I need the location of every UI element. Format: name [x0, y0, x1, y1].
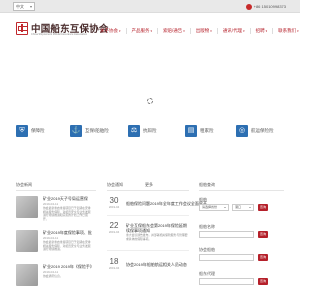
search-region-label: 船舶 — [199, 197, 207, 202]
member-ship-input[interactable] — [199, 254, 254, 261]
service-label: 租家险 — [200, 128, 214, 133]
province-select-value: 请选择省份 — [202, 205, 218, 209]
nav-item-careers[interactable]: 招聘 ▾ — [256, 28, 268, 34]
nav-item-products[interactable]: 产品服务 ▾ — [132, 28, 153, 34]
nav-label: 通讯/代理 — [222, 28, 243, 33]
nav-item-about[interactable]: 关于协会 ▾ — [100, 28, 121, 34]
shield-icon: ⛨ — [16, 125, 28, 137]
nav-label: 索赔/通告 — [163, 28, 183, 33]
notice-date: 22 2019-04 — [107, 221, 121, 235]
search-button[interactable]: 查询 — [258, 204, 268, 211]
news-heading: 协会新闻 — [16, 182, 32, 187]
agent-search-button[interactable]: 查询 — [258, 278, 268, 285]
nav-item-contact[interactable]: 联系我们 ▾ — [278, 28, 299, 34]
language-select[interactable]: 中文 — [13, 2, 35, 11]
notice-day: 30 — [109, 196, 119, 205]
ship-name-label: 船舶名称 — [199, 224, 215, 229]
chevron-down-icon — [30, 6, 32, 8]
notice-day: 18 — [109, 257, 119, 266]
notice-title[interactable]: 矿业互保船东会第2019年保险延期续保事项通知 — [126, 223, 188, 233]
nav-label: 联系我们 — [278, 28, 297, 33]
globe-icon: ◎ — [236, 125, 248, 137]
nav-label: 关于协会 — [100, 28, 118, 33]
notice-title[interactable]: 船舶保险问题2019年全年度工作会议全面展开 — [126, 201, 207, 207]
service-item-protection[interactable]: ⛨ 保障险 — [16, 125, 45, 137]
news-thumbnail[interactable] — [16, 230, 38, 252]
news-desc: 协会通讯信息。 — [43, 274, 63, 278]
divider — [107, 190, 189, 191]
notices-heading[interactable]: 协会通知 — [107, 182, 123, 188]
chevron-down-icon: ▾ — [210, 29, 212, 33]
notices-more-tab[interactable]: 更多 — [145, 182, 153, 188]
service-item-charterer[interactable]: ▤ 租家险 — [185, 125, 214, 137]
nav-divider — [249, 28, 251, 34]
document-icon: ▤ — [185, 125, 197, 137]
language-label: 中文 — [16, 4, 24, 9]
phone-icon — [245, 3, 252, 10]
notice-month: 2019-04 — [108, 266, 120, 270]
nav-label: 招聘 — [255, 28, 265, 33]
chevron-down-icon — [249, 207, 251, 208]
member-search-button[interactable]: 查询 — [258, 254, 268, 261]
province-select[interactable]: 请选择省份 — [199, 204, 229, 211]
news-desc: 协会最新重启重载项目已于近期在安排相关服务保障、对船员安全与业务发展进行持续推进… — [43, 240, 91, 252]
service-label: 航运保险险 — [251, 128, 274, 133]
notice-month: 2019-04 — [108, 230, 120, 234]
logo-icon[interactable] — [16, 22, 28, 35]
nav-divider — [189, 28, 191, 34]
chevron-down-icon: ▾ — [243, 29, 245, 33]
chevron-down-icon: ▾ — [265, 29, 268, 33]
top-bar: 中文 +86 15010998373 — [0, 0, 300, 13]
nav-item-claims[interactable]: 索赔/通告 ▾ — [163, 28, 185, 34]
gavel-icon: ⚖ — [128, 125, 140, 137]
news-desc: 协会最新重启重载项目已于近期在安排相关服务保障、对船员安全与业务发展进行持续推进… — [43, 206, 91, 221]
divider — [199, 190, 284, 191]
nav-item-correspondents[interactable]: 通讯/代理 ▾ — [223, 28, 245, 34]
nav-divider — [157, 28, 159, 34]
service-item-hull[interactable]: ⚓ 互保/船舶险 — [70, 125, 109, 137]
nav-divider — [125, 28, 127, 34]
nav-item-publications[interactable]: 出版物 ▾ — [196, 28, 212, 34]
logo-subtitle: China Shipowners Mutual Assurance Associ… — [31, 33, 88, 36]
port-select[interactable]: 港口 — [232, 204, 254, 211]
notice-date: 18 2019-04 — [107, 257, 121, 271]
service-label: 抗辩险 — [143, 128, 157, 133]
service-item-defence[interactable]: ⚖ 抗辩险 — [128, 125, 157, 137]
ship-icon: ⚓ — [70, 125, 82, 137]
notice-day: 22 — [109, 221, 119, 230]
chevron-down-icon: ▾ — [183, 29, 185, 33]
chevron-down-icon: ▾ — [119, 29, 121, 33]
nav-label: 出版物 — [195, 28, 210, 33]
loading-spinner-icon — [147, 98, 153, 104]
search-heading: 船舶查询 — [199, 182, 215, 187]
nav-divider — [272, 28, 274, 34]
agent-input[interactable] — [199, 278, 254, 285]
chevron-down-icon — [224, 207, 226, 208]
member-ship-label: 协会船舶 — [199, 247, 215, 252]
service-label: 保障险 — [31, 128, 45, 133]
nav-label: 产品服务 — [131, 28, 150, 33]
divider — [107, 250, 189, 251]
notice-month: 2019-04 — [108, 205, 120, 209]
notice-date: 30 2019-04 — [107, 196, 121, 210]
main-nav: 关于协会 ▾ 产品服务 ▾ 索赔/通告 ▾ 出版物 ▾ 通讯/代理 ▾ 招聘 ▾ 联系我们 ▾ — [100, 28, 299, 34]
nav-divider — [216, 28, 218, 34]
chevron-down-icon: ▾ — [150, 29, 153, 33]
news-thumbnail[interactable] — [16, 264, 38, 286]
phone-contact: +86 15010998373 — [245, 3, 286, 10]
ship-name-input[interactable] — [199, 231, 254, 238]
chevron-down-icon: ▾ — [297, 29, 299, 33]
agent-label: 船东代理 — [199, 271, 215, 276]
phone-number: +86 15010998373 — [253, 4, 286, 9]
service-label: 互保/船舶险 — [85, 128, 109, 133]
notice-desc: 重大会议通告发布，并部署相关保险服务与管理要求具体的保障事项。 — [126, 233, 188, 241]
divider — [16, 190, 96, 191]
service-item-shipping[interactable]: ◎ 航运保险险 — [236, 125, 274, 137]
ship-search-button[interactable]: 查询 — [258, 231, 268, 238]
divider — [107, 215, 189, 216]
notice-title[interactable]: 协会2019年船舶航运相关人员动态 — [126, 262, 187, 268]
news-thumbnail[interactable] — [16, 196, 38, 218]
port-select-value: 港口 — [235, 205, 242, 209]
